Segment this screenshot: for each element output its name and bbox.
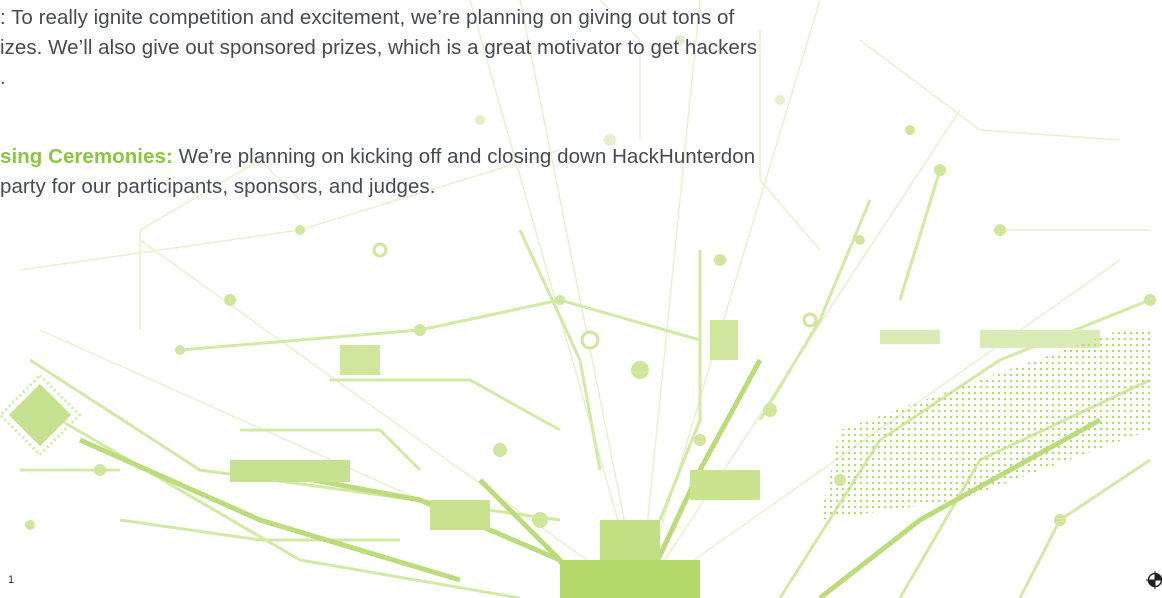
ceremonies-heading: sing Ceremonies: [0,145,173,168]
ceremonies-line-1: We’re planning on kicking off and closin… [172,145,756,168]
prizes-line-3: . [0,66,6,89]
registration-mark-icon [1146,571,1162,589]
ceremonies-paragraph: sing Ceremonies: We’re planning on kicki… [0,142,755,202]
page-number: 1 [8,574,15,586]
prizes-paragraph: : To really ignite competition and excit… [0,3,757,93]
ceremonies-line-2: party for our participants, sponsors, an… [0,175,436,198]
prizes-line-2: izes. We’ll also give out sponsored priz… [0,36,758,59]
prizes-line-1: : To really ignite competition and excit… [0,6,735,29]
